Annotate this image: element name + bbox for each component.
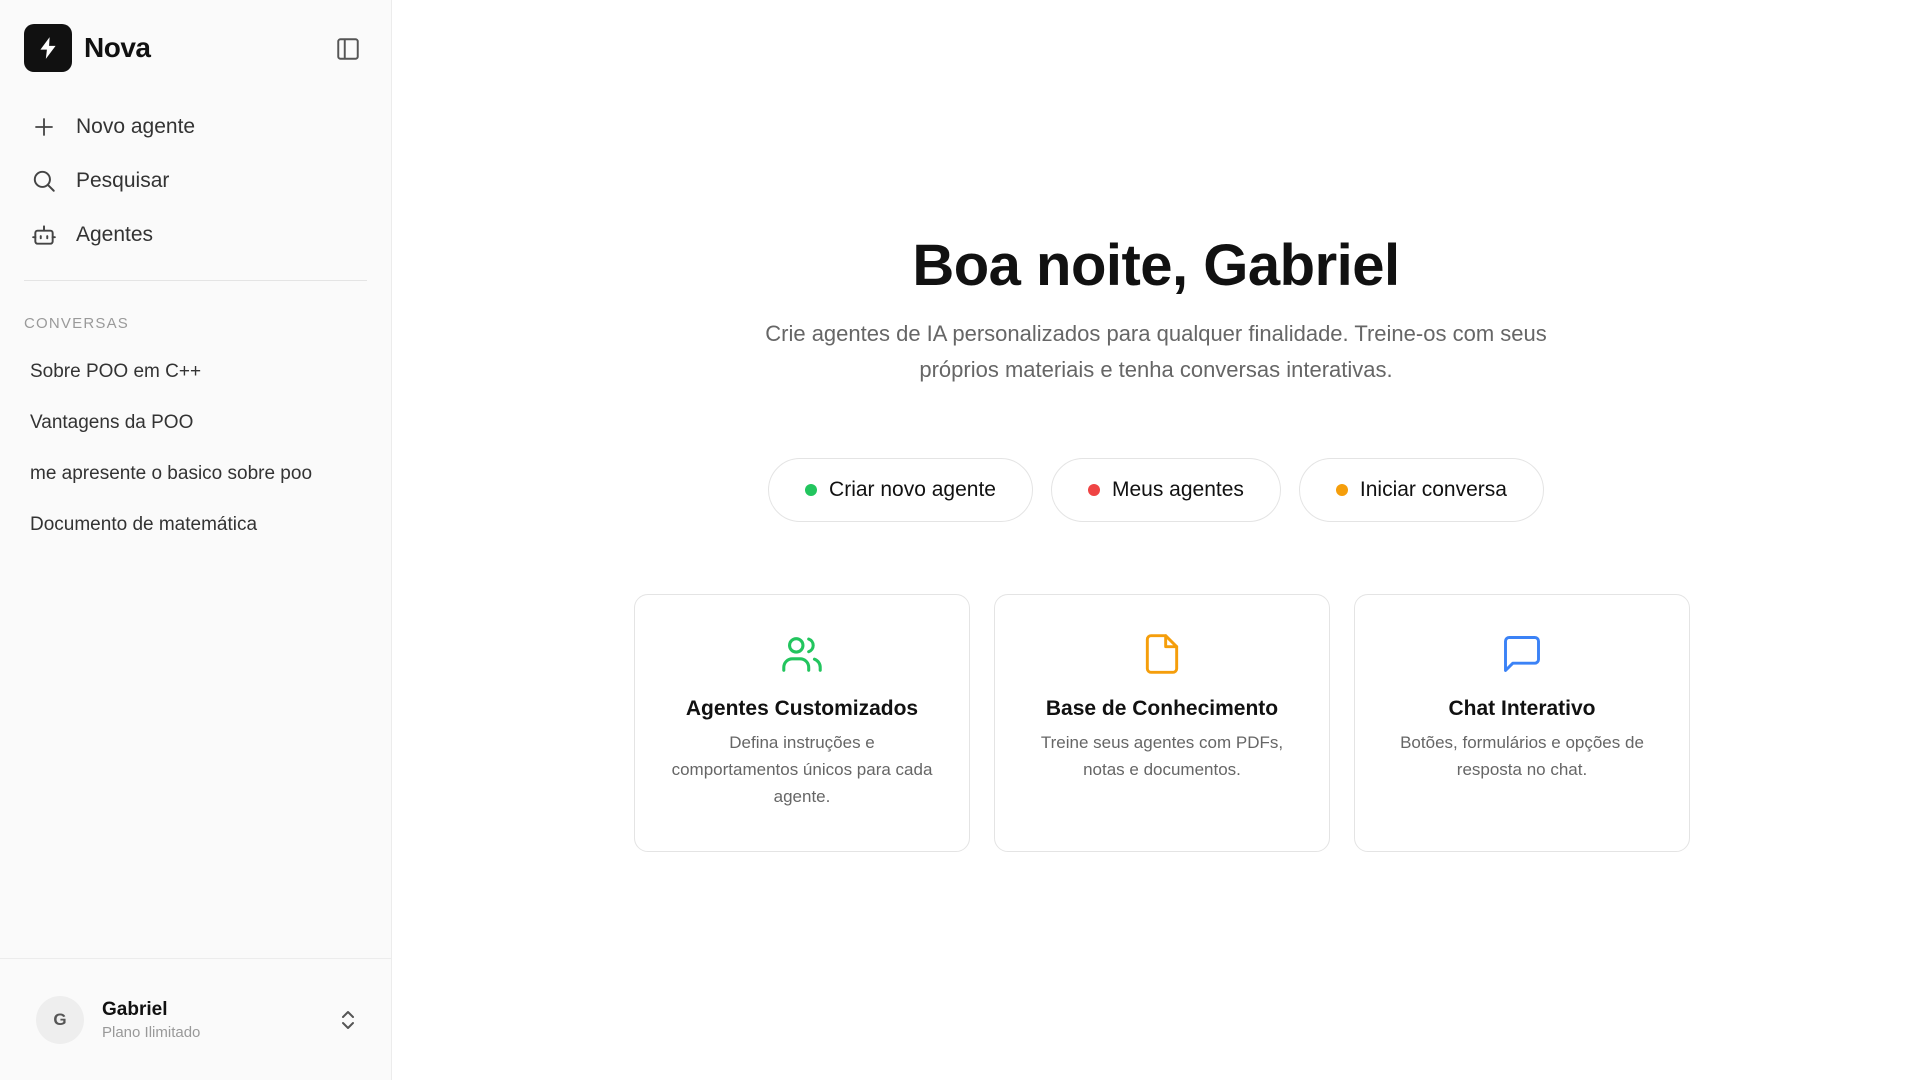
brand-name: Nova	[84, 32, 151, 63]
sidebar-nav: Novo agente Pesquisar Agentes	[0, 96, 391, 262]
sidebar-header: Nova	[0, 0, 391, 96]
card-title: Agentes Customizados	[685, 697, 919, 720]
conversations-section-label: CONVERSAS	[24, 315, 129, 332]
nav-agents-label: Agentes	[76, 223, 154, 246]
green-dot-icon	[805, 484, 818, 496]
nav-agents[interactable]: Agentes	[0, 208, 391, 262]
create-agent-button[interactable]: Criar novo agente	[768, 458, 1033, 522]
main-content: Boa noite, Gabriel Crie agentes de IA pe…	[392, 0, 1920, 1080]
lightning-icon	[40, 37, 56, 59]
my-agents-button[interactable]: Meus agentes	[1050, 458, 1281, 522]
nav-new-agent-label: Novo agente	[76, 115, 196, 138]
page-title: Boa noite, Gabriel	[912, 233, 1400, 298]
message-icon	[1499, 631, 1545, 677]
user-info: Gabriel Plano Ilimitado	[102, 999, 200, 1041]
avatar: G	[36, 995, 84, 1044]
sidebar-toggle-button[interactable]	[335, 36, 361, 62]
user-name: Gabriel	[102, 998, 168, 1020]
feature-card-interactive-chat: Chat Interativo Botões, formulários e op…	[1354, 594, 1690, 852]
bot-icon	[30, 221, 58, 249]
quick-actions: Criar novo agente Meus agentes Iniciar c…	[392, 458, 1920, 522]
feature-cards: Agentes Customizados Defina instruções e…	[634, 594, 1690, 852]
plus-icon	[30, 113, 58, 141]
app: Nova Novo agente Pesquisar Agentes CONVE…	[0, 0, 1920, 1080]
card-description: Treine seus agentes com PDFs, notas e do…	[1040, 733, 1284, 779]
card-description: Botões, formulários e opções de resposta…	[1400, 733, 1644, 779]
user-plan: Plano Ilimitado	[102, 1023, 201, 1041]
file-icon	[1139, 631, 1185, 677]
card-description: Defina instruções e comportamentos único…	[671, 733, 933, 806]
create-agent-label: Criar novo agente	[829, 478, 996, 501]
my-agents-label: Meus agentes	[1111, 478, 1244, 501]
start-chat-button[interactable]: Iniciar conversa	[1298, 458, 1544, 522]
nav-search[interactable]: Pesquisar	[0, 154, 391, 208]
logo[interactable]	[24, 24, 72, 72]
page-subtitle: Crie agentes de IA personalizados para q…	[765, 321, 1547, 382]
conversation-item[interactable]: Sobre POO em C++	[0, 346, 391, 397]
card-title: Chat Interativo	[1448, 697, 1596, 720]
orange-dot-icon	[1335, 484, 1348, 496]
chevron-up-down-icon	[342, 1011, 354, 1029]
feature-card-knowledge-base: Base de Conhecimento Treine seus agentes…	[994, 594, 1330, 852]
card-title: Base de Conhecimento	[1045, 697, 1279, 720]
conversation-list: Sobre POO em C++ Vantagens da POO me apr…	[0, 332, 391, 550]
conversation-item[interactable]: Documento de matemática	[0, 499, 391, 550]
red-dot-icon	[1087, 484, 1100, 496]
start-chat-label: Iniciar conversa	[1359, 478, 1507, 501]
user-profile[interactable]: G Gabriel Plano Ilimitado	[0, 958, 391, 1080]
search-icon	[30, 167, 58, 195]
conversation-item[interactable]: Vantagens da POO	[0, 397, 391, 448]
sidebar-panel-icon	[337, 38, 359, 60]
nav-search-label: Pesquisar	[76, 169, 170, 192]
nav-new-agent[interactable]: Novo agente	[0, 100, 391, 154]
conversation-item[interactable]: me apresente o basico sobre poo	[0, 448, 391, 499]
users-icon	[779, 631, 825, 677]
user-menu-button[interactable]	[337, 1007, 359, 1033]
feature-card-custom-agents: Agentes Customizados Defina instruções e…	[634, 594, 970, 852]
sidebar: Nova Novo agente Pesquisar Agentes CONVE…	[0, 0, 392, 1080]
